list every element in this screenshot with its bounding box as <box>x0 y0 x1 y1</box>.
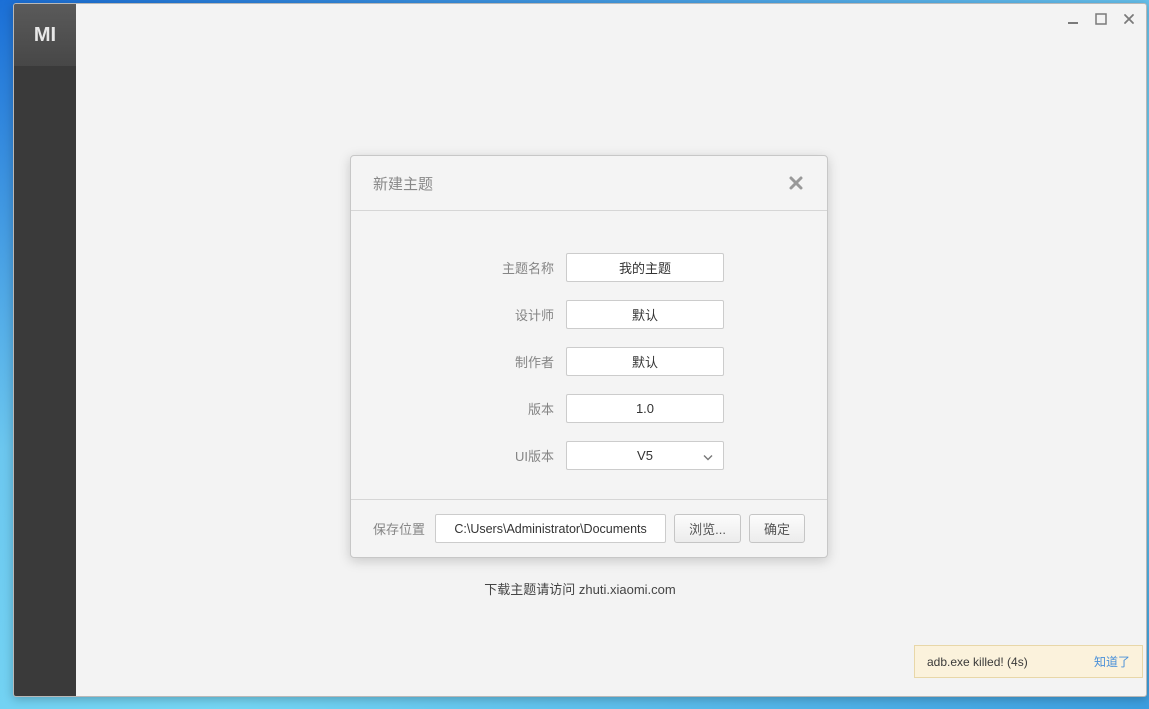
window-controls <box>1066 12 1136 26</box>
dialog-title: 新建主题 <box>373 173 433 194</box>
close-button[interactable] <box>1122 12 1136 26</box>
close-icon <box>788 175 804 191</box>
row-version: 版本 <box>351 394 827 423</box>
row-theme-name: 主题名称 <box>351 253 827 282</box>
minimize-button[interactable] <box>1066 12 1080 26</box>
label-author: 制作者 <box>454 352 566 371</box>
select-ui-version-value: V5 <box>637 448 653 463</box>
row-author: 制作者 <box>351 347 827 376</box>
download-hint: 下载主题请访问 zhuti.xiaomi.com <box>14 579 1146 598</box>
row-ui-version: UI版本 V5 <box>351 441 827 470</box>
titlebar <box>14 4 1146 40</box>
dialog-body: 主题名称 设计师 制作者 版本 UI版本 V5 <box>351 211 827 470</box>
dialog-header: 新建主题 <box>351 156 827 211</box>
chevron-down-icon <box>703 448 713 463</box>
label-theme-name: 主题名称 <box>454 258 566 277</box>
input-designer[interactable] <box>566 300 724 329</box>
dialog-footer: 保存位置 浏览... 确定 <box>351 499 827 557</box>
browse-button[interactable]: 浏览... <box>674 514 741 543</box>
toast-dismiss-link[interactable]: 知道了 <box>1094 653 1130 670</box>
label-designer: 设计师 <box>454 305 566 324</box>
app-window: MI 新建主题 主题名称 <box>13 3 1147 697</box>
toast: adb.exe killed! (4s) 知道了 <box>914 645 1143 678</box>
maximize-icon <box>1095 13 1107 25</box>
label-save-location: 保存位置 <box>373 519 425 538</box>
input-save-path[interactable] <box>435 514 666 543</box>
input-theme-name[interactable] <box>566 253 724 282</box>
maximize-button[interactable] <box>1094 12 1108 26</box>
select-ui-version[interactable]: V5 <box>566 441 724 470</box>
label-ui-version: UI版本 <box>454 446 566 465</box>
toast-message: adb.exe killed! (4s) <box>927 655 1028 669</box>
close-icon <box>1123 13 1135 25</box>
input-version[interactable] <box>566 394 724 423</box>
input-author[interactable] <box>566 347 724 376</box>
new-theme-dialog: 新建主题 主题名称 设计师 制作者 版本 U <box>350 155 828 558</box>
dialog-close-button[interactable] <box>787 174 805 192</box>
minimize-icon <box>1067 13 1079 25</box>
confirm-button[interactable]: 确定 <box>749 514 805 543</box>
row-designer: 设计师 <box>351 300 827 329</box>
label-version: 版本 <box>454 399 566 418</box>
